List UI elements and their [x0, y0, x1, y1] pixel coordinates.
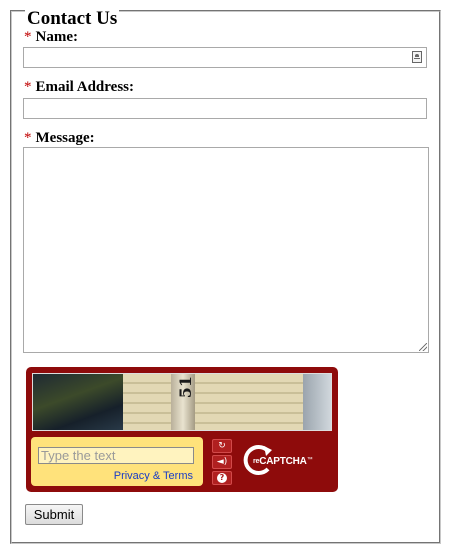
name-label: * Name:	[24, 29, 78, 45]
email-label: * Email Address:	[24, 79, 134, 95]
help-icon: ?	[217, 473, 227, 483]
submit-button[interactable]: Submit	[25, 504, 83, 525]
contact-card-icon[interactable]	[412, 51, 422, 63]
name-label-text: Name:	[35, 29, 78, 45]
privacy-terms-link[interactable]: Privacy & Terms	[114, 470, 193, 482]
required-marker: *	[24, 29, 32, 45]
recaptcha-brand: reCAPTCHA™	[253, 456, 313, 467]
message-textarea[interactable]	[23, 147, 429, 353]
audio-icon: ◄)	[216, 457, 228, 467]
captcha-response-panel: Type the text Privacy & Terms	[31, 437, 203, 486]
captcha-image-foliage	[33, 374, 123, 430]
captcha-image: 51	[32, 373, 332, 431]
required-marker: *	[24, 79, 32, 95]
refresh-icon: ↻	[218, 441, 226, 451]
email-label-text: Email Address:	[35, 79, 135, 95]
message-label: * Message:	[24, 130, 95, 146]
required-marker: *	[24, 130, 32, 146]
captcha-image-siding	[123, 374, 303, 430]
captcha-image-digits: 51	[176, 376, 195, 399]
form-legend: Contact Us	[25, 8, 120, 29]
message-label-text: Message:	[35, 130, 95, 146]
email-field[interactable]	[23, 98, 427, 119]
help-button[interactable]: ?	[212, 471, 232, 485]
audio-button[interactable]: ◄)	[212, 455, 232, 469]
captcha-response-input[interactable]: Type the text	[38, 447, 194, 464]
name-field[interactable]	[23, 47, 427, 68]
recaptcha-widget: 51 Type the text Privacy & Terms ↻ ◄) ? …	[26, 367, 338, 492]
refresh-button[interactable]: ↻	[212, 439, 232, 453]
captcha-image-window	[303, 374, 331, 430]
resize-grip-icon[interactable]	[419, 343, 427, 351]
